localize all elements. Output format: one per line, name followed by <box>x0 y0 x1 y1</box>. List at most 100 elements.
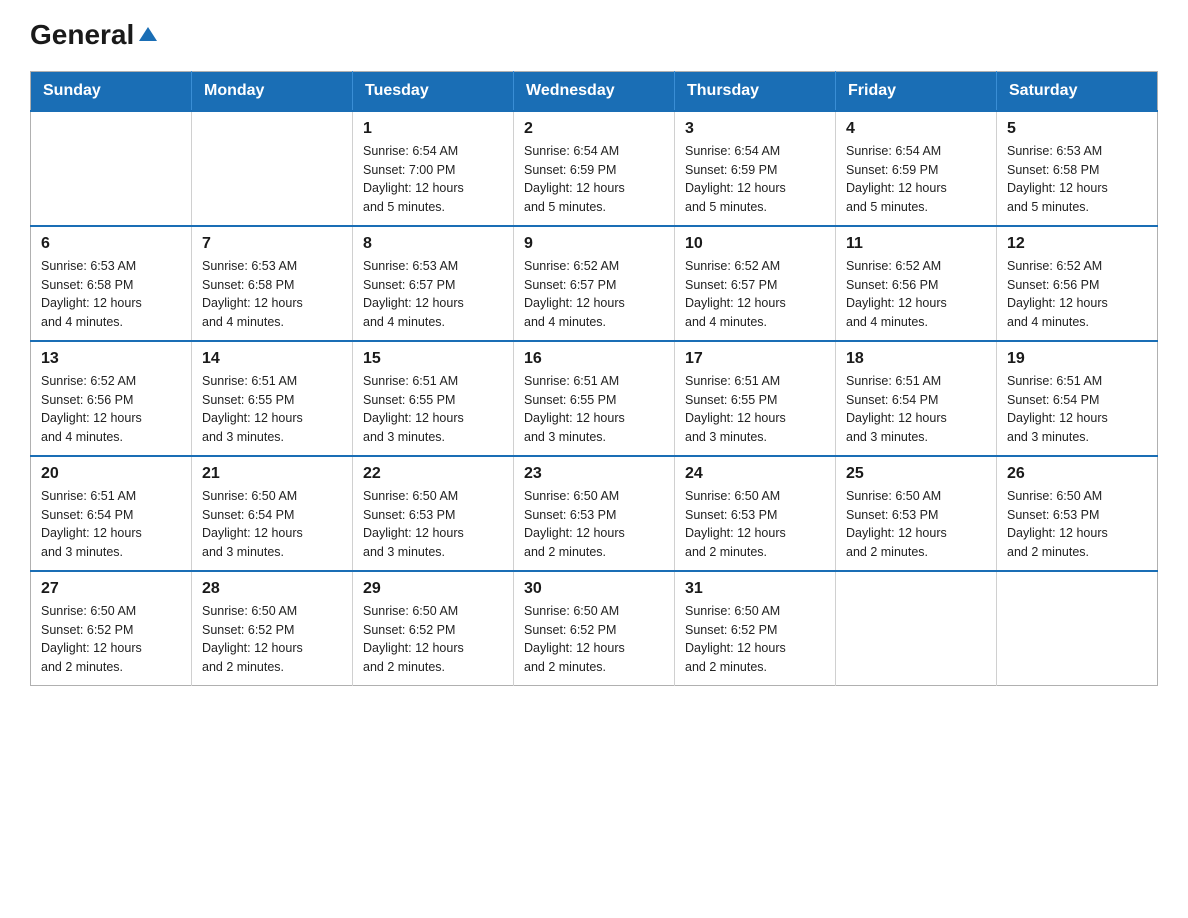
calendar-week-row: 20Sunrise: 6:51 AM Sunset: 6:54 PM Dayli… <box>31 456 1158 571</box>
logo-triangle-icon <box>139 25 157 48</box>
day-info: Sunrise: 6:53 AM Sunset: 6:57 PM Dayligh… <box>363 257 503 332</box>
day-number: 30 <box>524 580 664 598</box>
day-info: Sunrise: 6:52 AM Sunset: 6:57 PM Dayligh… <box>685 257 825 332</box>
calendar-day-cell: 24 Sunrise: 6:50 AM Sunset: 6:53 PM Dayli… <box>675 456 836 571</box>
day-number: 24 <box>685 465 825 483</box>
calendar-day-cell: 8 Sunrise: 6:53 AM Sunset: 6:57 PM Daylig… <box>353 226 514 341</box>
weekday-header-friday: Friday <box>836 71 997 111</box>
day-info: Sunrise: 6:53 AM Sunset: 6:58 PM Dayligh… <box>202 257 342 332</box>
day-number: 13 <box>41 350 181 368</box>
day-number: 22 <box>363 465 503 483</box>
calendar-day-cell: 1Sunrise: 6:54 AM Sunset: 7:00 PM Daylig… <box>353 111 514 226</box>
calendar-day-cell: 29 Sunrise: 6:50 AM Sunset: 6:52 PM Dayli… <box>353 571 514 686</box>
day-number: 14 <box>202 350 342 368</box>
day-number: 27 <box>41 580 181 598</box>
calendar-day-cell: 17 Sunrise: 6:51 AM Sunset: 6:55 PM Dayli… <box>675 341 836 456</box>
calendar-week-row: 27 Sunrise: 6:50 AM Sunset: 6:52 PM Dayli… <box>31 571 1158 686</box>
day-number: 2 <box>524 120 664 138</box>
day-info: Sunrise: 6:54 AM Sunset: 6:59 PM Dayligh… <box>846 142 986 217</box>
calendar-day-cell: 2Sunrise: 6:54 AM Sunset: 6:59 PM Daylig… <box>514 111 675 226</box>
weekday-header-sunday: Sunday <box>31 71 192 111</box>
weekday-header-tuesday: Tuesday <box>353 71 514 111</box>
day-info: Sunrise: 6:51 AM Sunset: 6:55 PM Dayligh… <box>524 372 664 447</box>
day-number: 25 <box>846 465 986 483</box>
calendar-week-row: 13 Sunrise: 6:52 AM Sunset: 6:56 PM Dayli… <box>31 341 1158 456</box>
day-info: Sunrise: 6:50 AM Sunset: 6:53 PM Dayligh… <box>363 487 503 562</box>
day-number: 29 <box>363 580 503 598</box>
day-number: 18 <box>846 350 986 368</box>
calendar-day-cell: 31Sunrise: 6:50 AM Sunset: 6:52 PM Dayli… <box>675 571 836 686</box>
calendar-week-row: 6Sunrise: 6:53 AM Sunset: 6:58 PM Daylig… <box>31 226 1158 341</box>
day-info: Sunrise: 6:53 AM Sunset: 6:58 PM Dayligh… <box>41 257 181 332</box>
day-info: Sunrise: 6:50 AM Sunset: 6:52 PM Dayligh… <box>524 602 664 677</box>
logo: General <box>30 20 157 51</box>
day-number: 21 <box>202 465 342 483</box>
day-info: Sunrise: 6:50 AM Sunset: 6:54 PM Dayligh… <box>202 487 342 562</box>
day-info: Sunrise: 6:51 AM Sunset: 6:54 PM Dayligh… <box>41 487 181 562</box>
calendar-day-cell: 11 Sunrise: 6:52 AM Sunset: 6:56 PM Dayli… <box>836 226 997 341</box>
day-info: Sunrise: 6:51 AM Sunset: 6:54 PM Dayligh… <box>846 372 986 447</box>
calendar-day-cell: 5 Sunrise: 6:53 AM Sunset: 6:58 PM Daylig… <box>997 111 1158 226</box>
day-number: 4 <box>846 120 986 138</box>
calendar-day-cell: 26 Sunrise: 6:50 AM Sunset: 6:53 PM Dayli… <box>997 456 1158 571</box>
calendar-day-cell: 21 Sunrise: 6:50 AM Sunset: 6:54 PM Dayli… <box>192 456 353 571</box>
calendar-day-cell: 27 Sunrise: 6:50 AM Sunset: 6:52 PM Dayli… <box>31 571 192 686</box>
day-number: 19 <box>1007 350 1147 368</box>
day-info: Sunrise: 6:50 AM Sunset: 6:52 PM Dayligh… <box>363 602 503 677</box>
weekday-header-monday: Monday <box>192 71 353 111</box>
day-info: Sunrise: 6:52 AM Sunset: 6:56 PM Dayligh… <box>41 372 181 447</box>
day-number: 16 <box>524 350 664 368</box>
calendar-day-cell: 30 Sunrise: 6:50 AM Sunset: 6:52 PM Dayli… <box>514 571 675 686</box>
calendar-day-cell: 23 Sunrise: 6:50 AM Sunset: 6:53 PM Dayli… <box>514 456 675 571</box>
calendar-day-cell: 22 Sunrise: 6:50 AM Sunset: 6:53 PM Dayli… <box>353 456 514 571</box>
day-info: Sunrise: 6:51 AM Sunset: 6:55 PM Dayligh… <box>202 372 342 447</box>
calendar-day-cell: 19 Sunrise: 6:51 AM Sunset: 6:54 PM Dayli… <box>997 341 1158 456</box>
day-number: 17 <box>685 350 825 368</box>
calendar-day-cell: 4 Sunrise: 6:54 AM Sunset: 6:59 PM Daylig… <box>836 111 997 226</box>
page-header: General <box>30 20 1158 51</box>
calendar-day-cell: 25 Sunrise: 6:50 AM Sunset: 6:53 PM Dayli… <box>836 456 997 571</box>
day-info: Sunrise: 6:52 AM Sunset: 6:56 PM Dayligh… <box>846 257 986 332</box>
day-number: 10 <box>685 235 825 253</box>
calendar-day-cell: 14 Sunrise: 6:51 AM Sunset: 6:55 PM Dayli… <box>192 341 353 456</box>
day-info: Sunrise: 6:50 AM Sunset: 6:53 PM Dayligh… <box>524 487 664 562</box>
day-number: 9 <box>524 235 664 253</box>
day-info: Sunrise: 6:50 AM Sunset: 6:53 PM Dayligh… <box>685 487 825 562</box>
day-info: Sunrise: 6:50 AM Sunset: 6:52 PM Dayligh… <box>202 602 342 677</box>
day-number: 31 <box>685 580 825 598</box>
calendar-table: SundayMondayTuesdayWednesdayThursdayFrid… <box>30 71 1158 686</box>
calendar-day-cell <box>31 111 192 226</box>
calendar-week-row: 1Sunrise: 6:54 AM Sunset: 7:00 PM Daylig… <box>31 111 1158 226</box>
day-info: Sunrise: 6:50 AM Sunset: 6:53 PM Dayligh… <box>1007 487 1147 562</box>
day-number: 8 <box>363 235 503 253</box>
day-info: Sunrise: 6:50 AM Sunset: 6:53 PM Dayligh… <box>846 487 986 562</box>
day-info: Sunrise: 6:51 AM Sunset: 6:54 PM Dayligh… <box>1007 372 1147 447</box>
calendar-header-row: SundayMondayTuesdayWednesdayThursdayFrid… <box>31 71 1158 111</box>
day-number: 23 <box>524 465 664 483</box>
calendar-day-cell: 16 Sunrise: 6:51 AM Sunset: 6:55 PM Dayli… <box>514 341 675 456</box>
calendar-day-cell: 6Sunrise: 6:53 AM Sunset: 6:58 PM Daylig… <box>31 226 192 341</box>
calendar-day-cell: 9 Sunrise: 6:52 AM Sunset: 6:57 PM Daylig… <box>514 226 675 341</box>
day-info: Sunrise: 6:54 AM Sunset: 6:59 PM Dayligh… <box>685 142 825 217</box>
day-info: Sunrise: 6:52 AM Sunset: 6:57 PM Dayligh… <box>524 257 664 332</box>
calendar-day-cell: 3Sunrise: 6:54 AM Sunset: 6:59 PM Daylig… <box>675 111 836 226</box>
calendar-day-cell: 7 Sunrise: 6:53 AM Sunset: 6:58 PM Daylig… <box>192 226 353 341</box>
day-number: 11 <box>846 235 986 253</box>
day-info: Sunrise: 6:51 AM Sunset: 6:55 PM Dayligh… <box>685 372 825 447</box>
calendar-day-cell <box>192 111 353 226</box>
weekday-header-thursday: Thursday <box>675 71 836 111</box>
day-info: Sunrise: 6:54 AM Sunset: 7:00 PM Dayligh… <box>363 142 503 217</box>
weekday-header-wednesday: Wednesday <box>514 71 675 111</box>
calendar-day-cell: 20Sunrise: 6:51 AM Sunset: 6:54 PM Dayli… <box>31 456 192 571</box>
day-number: 26 <box>1007 465 1147 483</box>
weekday-header-saturday: Saturday <box>997 71 1158 111</box>
calendar-day-cell <box>997 571 1158 686</box>
day-number: 7 <box>202 235 342 253</box>
day-info: Sunrise: 6:51 AM Sunset: 6:55 PM Dayligh… <box>363 372 503 447</box>
calendar-day-cell <box>836 571 997 686</box>
day-info: Sunrise: 6:50 AM Sunset: 6:52 PM Dayligh… <box>41 602 181 677</box>
logo-general-text: General <box>30 20 134 51</box>
calendar-day-cell: 10 Sunrise: 6:52 AM Sunset: 6:57 PM Dayli… <box>675 226 836 341</box>
day-info: Sunrise: 6:53 AM Sunset: 6:58 PM Dayligh… <box>1007 142 1147 217</box>
day-number: 5 <box>1007 120 1147 138</box>
